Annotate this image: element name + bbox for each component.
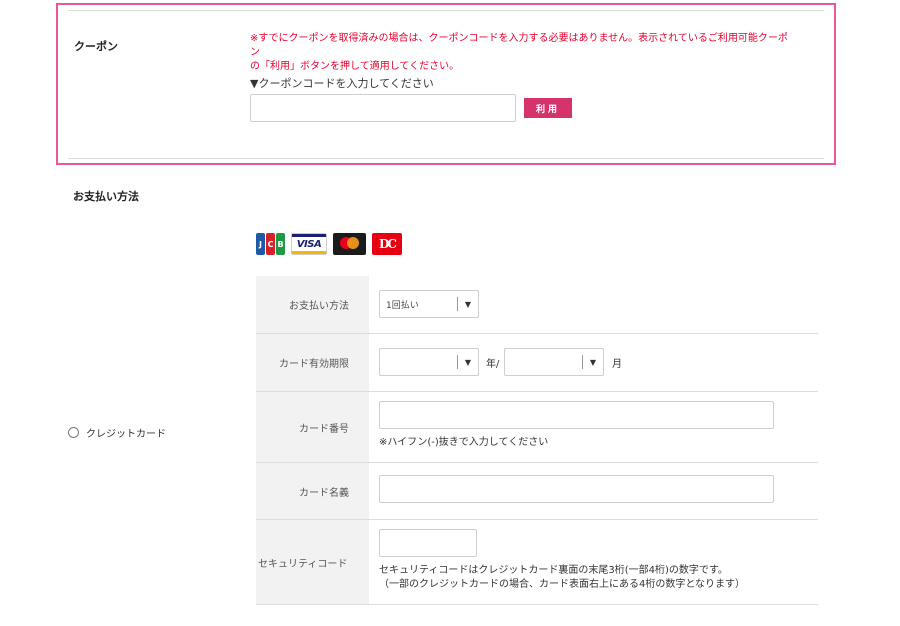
security-code-label: セキュリティコード (256, 520, 369, 604)
security-code-hint-line1: セキュリティコードはクレジットカード裏面の末尾3桁(一部4桁)の数字です。 (379, 565, 728, 576)
coupon-divider-bottom (68, 158, 824, 159)
credit-card-option-label: クレジットカード (86, 429, 166, 440)
jcb-logo-j: J (256, 233, 265, 255)
expiry-month-unit: 月 (612, 359, 622, 370)
coupon-divider-top (68, 10, 824, 11)
security-code-hint-line2: （一部のクレジットカードの場合、カード表面右上にある4桁の数字となります） (379, 579, 746, 590)
installment-select[interactable]: 1回払い ▼ (379, 290, 479, 318)
row-card-expiry: カード有効期限 ▼ 年/ ▼ 月 (256, 334, 818, 392)
jcb-logo-b: B (276, 233, 285, 255)
visa-logo: VISA (291, 233, 327, 255)
coupon-code-input[interactable] (250, 94, 516, 122)
security-code-input[interactable] (379, 529, 477, 557)
jcb-logo-c: C (266, 233, 275, 255)
credit-card-form: お支払い方法 1回払い ▼ カード有効期限 ▼ 年/ ▼ 月 カード番号 ※ハイ… (256, 276, 818, 605)
payment-method-label: お支払い方法 (256, 276, 369, 333)
chevron-down-icon: ▼ (589, 357, 597, 367)
card-expiry-label: カード有効期限 (256, 334, 369, 391)
row-card-number: カード番号 ※ハイフン(-)抜きで入力してください (256, 392, 818, 463)
coupon-notice: ※すでにクーポンを取得済みの場合は、クーポンコードを入力する必要はありません。表… (250, 32, 790, 74)
row-card-holder: カード名義 (256, 463, 818, 520)
card-holder-input[interactable] (379, 475, 774, 503)
coupon-heading: クーポン (74, 40, 118, 53)
card-holder-label: カード名義 (256, 463, 369, 519)
row-payment-method: お支払い方法 1回払い ▼ (256, 276, 818, 334)
card-number-hint: ※ハイフン(-)抜きで入力してください (379, 437, 549, 448)
coupon-notice-line1: ※すでにクーポンを取得済みの場合は、クーポンコードを入力する必要はありません。表… (250, 33, 788, 58)
card-number-input[interactable] (379, 401, 774, 429)
visa-logo-text: VISA (296, 238, 322, 250)
expiry-year-select[interactable]: ▼ (504, 348, 604, 376)
payment-heading: お支払い方法 (73, 190, 139, 203)
installment-select-value: 1回払い (386, 300, 419, 311)
chevron-down-icon: ▼ (464, 357, 472, 367)
credit-card-option[interactable]: クレジットカード (68, 425, 166, 440)
row-security-code: セキュリティコード セキュリティコードはクレジットカード裏面の末尾3桁(一部4桁… (256, 520, 818, 605)
expiry-month-select[interactable]: ▼ (379, 348, 479, 376)
card-brand-logos: J C B VISA DC (256, 233, 402, 257)
card-number-label: カード番号 (256, 392, 369, 462)
chevron-down-icon: ▼ (464, 299, 472, 309)
coupon-prompt: ▼クーポンコードを入力してください (250, 77, 434, 90)
coupon-notice-line2: の「利用」ボタンを押して適用してください。 (250, 61, 460, 72)
jcb-logo: J C B (256, 233, 285, 255)
expiry-year-unit: 年/ (486, 359, 500, 370)
diners-club-logo: DC (372, 233, 402, 255)
mastercard-logo (333, 233, 366, 255)
coupon-apply-button[interactable]: 利用 (524, 98, 572, 118)
coupon-section: クーポン ※すでにクーポンを取得済みの場合は、クーポンコードを入力する必要はあり… (56, 3, 836, 165)
credit-card-radio[interactable] (68, 427, 79, 438)
